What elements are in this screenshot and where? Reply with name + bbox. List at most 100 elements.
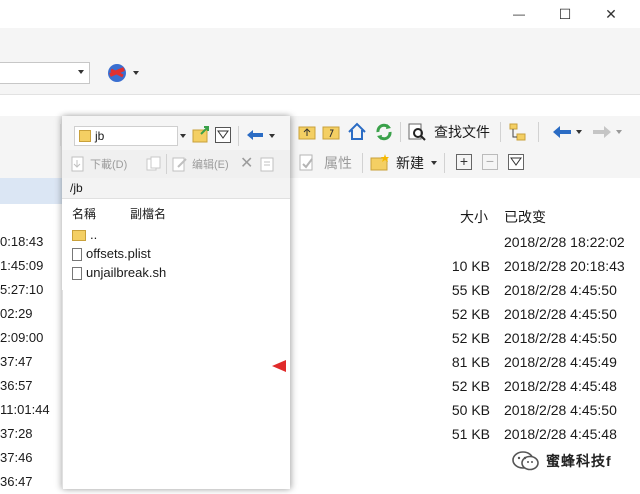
right-panel-toolbar-2: 属性 新建 + − [290,148,640,178]
new-folder-icon[interactable] [370,153,390,171]
column-header-modified[interactable]: 已改变 [504,206,546,228]
minimize-button[interactable]: — [496,0,542,28]
popup-list-item[interactable]: unjailbreak.sh [72,264,166,282]
sync-browse-icon[interactable] [106,62,128,84]
popup-border [62,290,63,489]
right-panel-toolbar: 查找文件 [290,116,640,148]
popup-current-path: /jb [70,181,83,195]
select-plus-icon[interactable]: + [456,154,472,170]
popup-column-name[interactable]: 名稱 [72,205,96,222]
watermark-text: 蜜蜂科技f [546,453,612,469]
cell-size: 50 KB [451,402,490,418]
popup-item-name: unjailbreak.sh [86,265,167,280]
folder-icon [79,130,91,142]
right-table-header: 大小 已改变 [290,178,640,225]
wechat-icon [512,451,539,471]
file-icon [72,266,82,280]
session-combo[interactable] [0,62,90,84]
list-item-time: 02:29 [0,306,33,321]
chevron-down-icon[interactable] [133,71,139,75]
popup-item-name: offsets.plist [86,246,151,261]
chevron-down-icon[interactable] [269,134,275,138]
edit-button[interactable]: 编辑(E) [192,156,229,172]
cell-modified: 2018/2/28 4:45:50 [504,306,617,322]
cell-modified: 2018/2/28 4:45:48 [504,426,617,442]
cell-size [430,230,490,254]
root-dir-icon[interactable] [322,124,340,140]
copy-icon[interactable] [146,156,162,172]
edit-icon[interactable] [172,156,188,172]
popup-list-item[interactable]: .. [72,226,97,244]
select-minus-icon[interactable]: − [482,154,498,170]
back-icon[interactable] [552,125,572,139]
left-file-list: 0:18:43 1:45:09 5:27:10 02:29 2:09:00 37… [0,204,62,489]
download-icon[interactable] [70,156,86,172]
maximize-icon: ☐ [558,5,572,22]
toolbar-grip [60,124,61,146]
find-files-icon[interactable] [408,123,426,141]
chevron-down-icon[interactable] [616,130,622,134]
list-item-time: 5:27:10 [0,282,44,297]
open-folder-icon[interactable] [192,126,210,143]
toolbar-separator [238,126,239,146]
toolbar-separator [362,153,363,173]
popup-list-item[interactable]: offsets.plist [72,245,151,263]
cell-size: 52 KB [451,378,490,394]
delete-icon[interactable]: ✕ [240,153,253,173]
list-item-time: 36:47 [0,474,33,489]
popup-toolbar-2: 下載(D) 编辑(E) ✕ [62,150,290,178]
properties-icon[interactable] [298,154,316,172]
menu-strip [0,28,640,54]
list-item-time: 1:45:09 [0,258,44,273]
column-header-size[interactable]: 大小 [460,206,488,228]
chevron-down-icon[interactable] [576,130,582,134]
home-icon[interactable] [347,122,367,141]
list-item-time: 11:01:44 [0,402,50,417]
list-item-time: 0:18:43 [0,234,44,249]
parent-dir-icon[interactable] [298,124,316,140]
rename-icon[interactable] [260,156,276,172]
toolbar-separator [166,154,167,174]
cell-modified: 2018/2/28 4:45:49 [504,354,617,370]
list-item-time: 36:57 [0,378,33,393]
maximize-button[interactable]: ☐ [542,0,588,28]
chevron-down-icon[interactable] [431,161,437,165]
popup-combo-value: jb [95,129,105,143]
download-button[interactable]: 下載(D) [90,156,127,172]
popup-path-combo[interactable]: jb [74,126,178,146]
properties-button[interactable]: 属性 [324,153,352,173]
close-button[interactable]: ✕ [588,0,634,28]
chevron-down-icon[interactable] [180,134,186,138]
chevron-down-icon[interactable] [78,70,84,74]
filter-icon[interactable] [508,154,524,170]
cell-size: 52 KB [451,330,490,346]
find-files-button[interactable]: 查找文件 [434,122,490,142]
cell-size: 55 KB [451,282,490,298]
main-toolbar [0,54,640,95]
new-button[interactable]: 新建 [396,153,424,173]
list-item-time: 37:46 [0,450,33,465]
filter-icon[interactable] [215,127,231,143]
popup-column-ext[interactable]: 副檔名 [130,205,166,222]
toolbar-separator [538,122,539,142]
back-icon[interactable] [246,129,264,141]
cell-size: 51 KB [451,426,490,442]
popup-toolbar: jb [60,116,290,150]
list-item-time: 2:09:00 [0,330,44,345]
list-item-time: 37:47 [0,354,33,369]
cell-modified: 2018/2/28 20:18:43 [504,258,625,274]
close-icon: ✕ [605,5,617,22]
watermark: 蜜蜂科技f [512,447,632,475]
tree-view-icon[interactable] [508,122,528,142]
popup-path-bar: /jb [62,178,290,199]
toolbar-separator [500,122,501,142]
cell-size: 10 KB [451,258,490,274]
toolbar-separator [444,153,445,173]
pointer-arrow-icon [272,360,286,372]
cell-modified: 2018/2/28 4:45:50 [504,330,617,346]
cell-modified: 2018/2/28 4:45:50 [504,282,617,298]
list-item-time: 37:28 [0,426,33,441]
file-icon [72,247,82,261]
forward-icon[interactable] [592,125,612,139]
refresh-icon[interactable] [374,122,394,142]
